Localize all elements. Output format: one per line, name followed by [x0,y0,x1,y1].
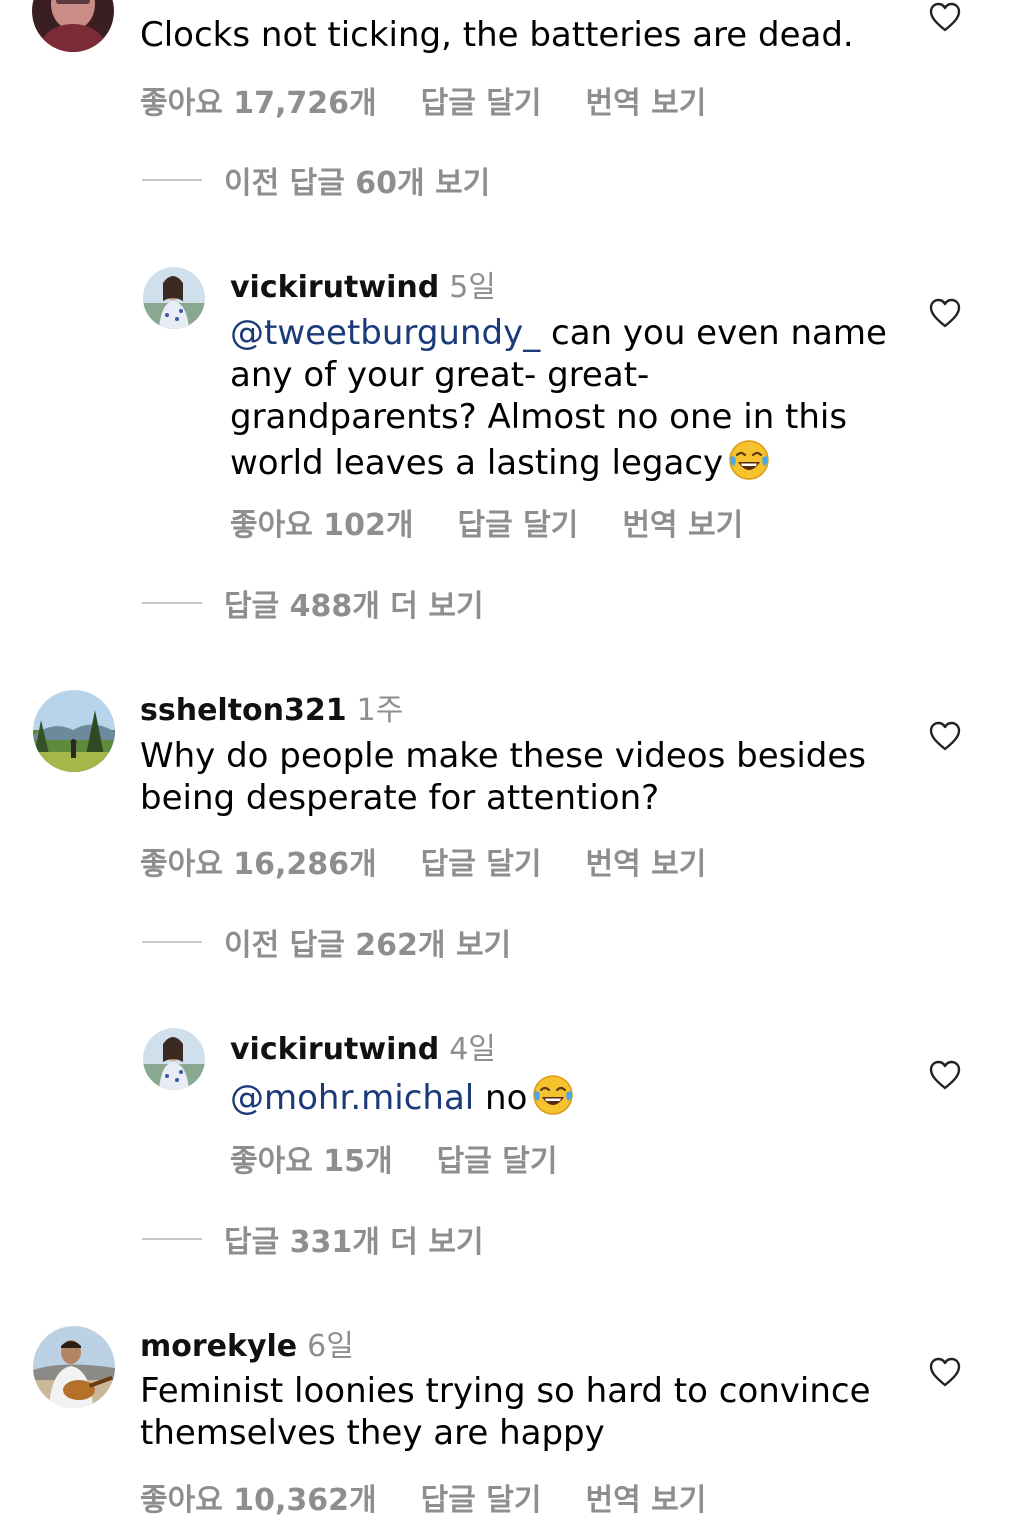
avatar[interactable] [33,1326,115,1408]
view-replies-button[interactable]: 답글 331개 더 보기 [142,1217,484,1261]
view-replies-label: 답글 331개 더 보기 [224,1225,484,1260]
reply-button[interactable]: 답글 달기 [421,1475,542,1519]
comment-text: @mohr.michal no [230,1073,890,1119]
comment-text: Feminist loonies trying so hard to convi… [140,1371,871,1453]
view-replies-button[interactable]: 이전 답글 60개 보기 [142,158,490,202]
view-replies-button[interactable]: 답글 488개 더 보기 [142,581,484,625]
comment-actions: 좋아요 10,362개 답글 달기 번역 보기 [140,1475,750,1519]
avatar[interactable] [33,690,115,772]
reply-button[interactable]: 답글 달기 [437,1136,558,1180]
timestamp: 4일 [449,1032,496,1067]
comment-actions: 좋아요 102개 답글 달기 번역 보기 [230,500,787,544]
reply-button[interactable]: 답글 달기 [457,500,578,544]
like-heart-icon[interactable] [929,2,961,32]
likes-count[interactable]: 좋아요 10,362개 [140,1475,377,1519]
divider-line [142,1238,202,1240]
divider-line [142,602,202,604]
comment-header: sshelton321 1주 [140,685,403,729]
comment-header: vickirutwind 4일 [230,1024,496,1068]
face-with-tears-of-joy-icon [727,438,771,482]
comment-actions: 좋아요 16,286개 답글 달기 번역 보기 [140,839,750,883]
comment-text: Clocks not ticking, the batteries are de… [140,15,854,55]
avatar[interactable] [143,1028,205,1090]
translate-button[interactable]: 번역 보기 [585,1475,706,1519]
view-replies-button[interactable]: 이전 답글 262개 보기 [142,920,511,964]
username[interactable]: vickirutwind [230,270,439,305]
comment-text: @tweetburgundy_ can you even name any of… [230,312,890,484]
comment-header: morekyle 6일 [140,1321,354,1365]
translate-button[interactable]: 번역 보기 [622,500,743,544]
divider-line [142,179,202,181]
view-replies-label: 이전 답글 60개 보기 [224,166,491,201]
username[interactable]: vickirutwind [230,1032,439,1067]
divider-line [142,941,202,943]
comment-actions: 좋아요 15개 답글 달기 [230,1136,601,1180]
comment-actions: 좋아요 17,726개 답글 달기 번역 보기 [140,78,750,122]
like-heart-icon[interactable] [929,1357,961,1387]
username[interactable]: sshelton321 [140,693,347,728]
likes-count[interactable]: 좋아요 17,726개 [140,78,377,122]
likes-count[interactable]: 좋아요 102개 [230,500,413,544]
translate-button[interactable]: 번역 보기 [585,839,706,883]
reply-button[interactable]: 답글 달기 [421,839,542,883]
timestamp: 6일 [307,1329,354,1364]
view-replies-label: 이전 답글 262개 보기 [224,928,512,963]
face-with-tears-of-joy-icon [531,1073,575,1117]
reply-button[interactable]: 답글 달기 [421,78,542,122]
mention-link[interactable]: @mohr.michal [230,1078,474,1118]
like-heart-icon[interactable] [929,298,961,328]
view-replies-label: 답글 488개 더 보기 [224,589,484,624]
translate-button[interactable]: 번역 보기 [585,78,706,122]
timestamp: 5일 [449,270,496,305]
mention-link[interactable]: @tweetburgundy_ [230,313,540,353]
comment-text: Why do people make these videos besides … [140,736,867,818]
timestamp: 1주 [356,693,404,728]
likes-count[interactable]: 좋아요 15개 [230,1136,393,1180]
avatar[interactable] [32,0,114,52]
like-heart-icon[interactable] [929,721,961,751]
avatar[interactable] [143,267,205,329]
like-heart-icon[interactable] [929,1060,961,1090]
comment-body: no [474,1078,528,1118]
likes-count[interactable]: 좋아요 16,286개 [140,839,377,883]
username[interactable]: morekyle [140,1329,297,1364]
comment-header: vickirutwind 5일 [230,262,496,306]
